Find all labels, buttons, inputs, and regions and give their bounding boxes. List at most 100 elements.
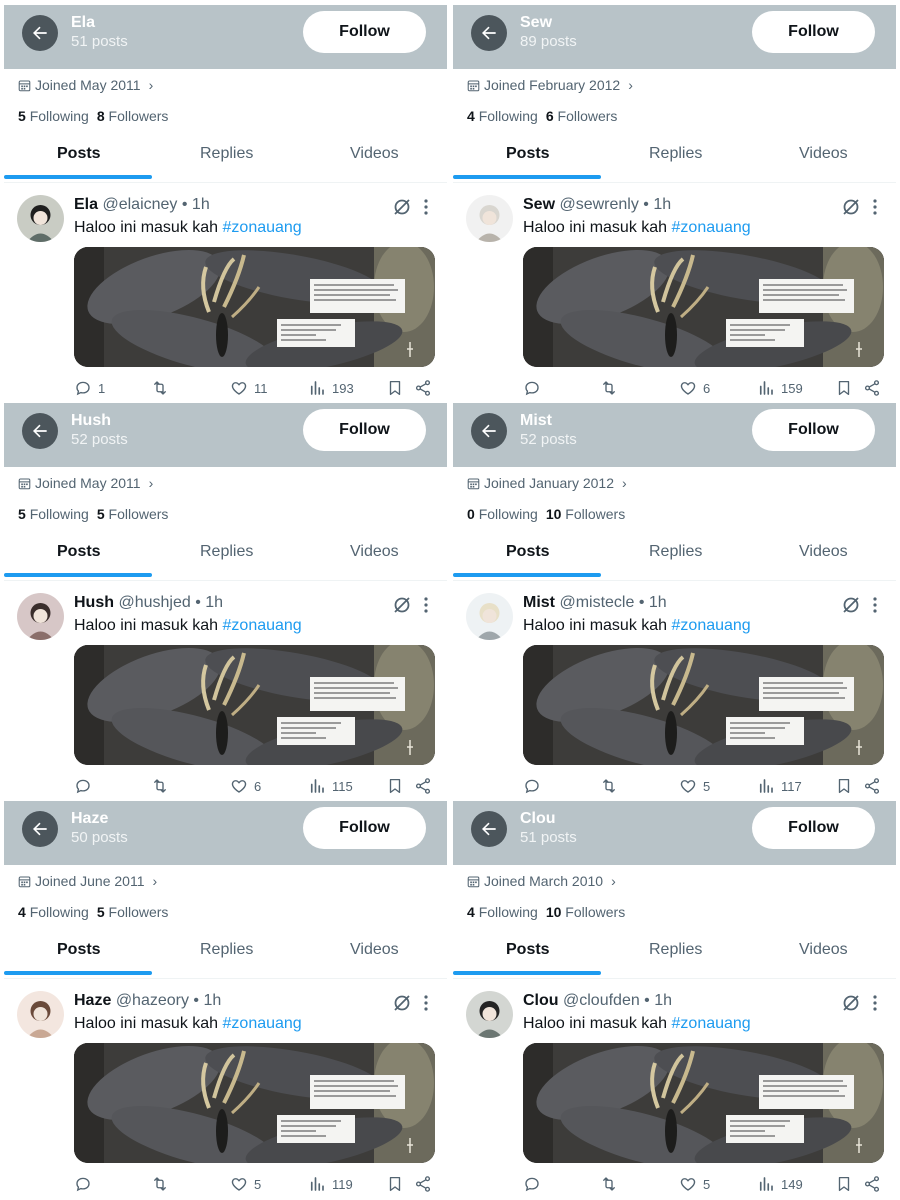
views-button[interactable]: 119	[308, 1175, 353, 1193]
follow-button[interactable]: Follow	[303, 807, 426, 849]
more-icon[interactable]	[420, 993, 432, 1013]
tab-videos[interactable]: Videos	[350, 543, 399, 561]
views-button[interactable]: 159	[757, 379, 803, 397]
post-media-image[interactable]	[523, 247, 884, 367]
back-button[interactable]	[22, 413, 58, 449]
post-author-handle[interactable]: @elaicney	[102, 196, 177, 213]
tab-replies[interactable]: Replies	[649, 941, 702, 959]
like-button[interactable]: 5	[679, 777, 710, 795]
more-icon[interactable]	[420, 595, 432, 615]
post-author-handle[interactable]: @mistecle	[559, 594, 634, 611]
avatar[interactable]	[17, 593, 64, 640]
tab-replies[interactable]: Replies	[200, 145, 253, 163]
back-button[interactable]	[471, 15, 507, 51]
tab-videos[interactable]: Videos	[350, 145, 399, 163]
avatar[interactable]	[17, 991, 64, 1038]
avatar[interactable]	[466, 593, 513, 640]
followers-link[interactable]: 5 Followers	[97, 506, 169, 522]
reply-button[interactable]	[74, 1175, 98, 1193]
post-time[interactable]: 1h	[654, 992, 672, 1009]
followers-link[interactable]: 6 Followers	[546, 108, 618, 124]
joined-date[interactable]: Joined February 2012 ›	[467, 77, 633, 93]
post-author-name[interactable]: Hush	[74, 594, 114, 611]
back-button[interactable]	[471, 811, 507, 847]
tab-replies[interactable]: Replies	[200, 941, 253, 959]
like-button[interactable]: 6	[679, 379, 710, 397]
bookmark-button[interactable]	[835, 1175, 853, 1193]
share-button[interactable]	[414, 777, 432, 795]
retweet-button[interactable]	[151, 1175, 169, 1193]
post-author-handle[interactable]: @cloufden	[563, 992, 640, 1009]
post-author-name[interactable]: Ela	[74, 196, 98, 213]
tab-replies[interactable]: Replies	[649, 543, 702, 561]
tab-videos[interactable]: Videos	[350, 941, 399, 959]
post-media-image[interactable]	[74, 247, 435, 367]
retweet-button[interactable]	[151, 777, 169, 795]
avatar[interactable]	[466, 195, 513, 242]
post-media-image[interactable]	[74, 1043, 435, 1163]
post-time[interactable]: 1h	[205, 594, 223, 611]
tab-replies[interactable]: Replies	[649, 145, 702, 163]
joined-date[interactable]: Joined March 2010 ›	[467, 873, 616, 889]
hashtag-link[interactable]: #zonauang	[672, 617, 751, 634]
hashtag-link[interactable]: #zonauang	[223, 1015, 302, 1032]
bookmark-button[interactable]	[386, 379, 404, 397]
grok-icon[interactable]	[392, 197, 412, 217]
post-author-handle[interactable]: @sewrenly	[559, 196, 638, 213]
joined-date[interactable]: Joined May 2011 ›	[18, 77, 153, 93]
share-button[interactable]	[414, 1175, 432, 1193]
more-icon[interactable]	[869, 197, 881, 217]
grok-icon[interactable]	[841, 197, 861, 217]
views-button[interactable]: 149	[757, 1175, 803, 1193]
hashtag-link[interactable]: #zonauang	[672, 1015, 751, 1032]
reply-button[interactable]	[523, 777, 547, 795]
post-author-handle[interactable]: @hushjed	[118, 594, 190, 611]
tab-posts[interactable]: Posts	[506, 543, 550, 561]
joined-date[interactable]: Joined May 2011 ›	[18, 475, 153, 491]
followers-link[interactable]: 10 Followers	[546, 904, 625, 920]
post-author-name[interactable]: Haze	[74, 992, 111, 1009]
followers-link[interactable]: 10 Followers	[546, 506, 625, 522]
avatar[interactable]	[466, 991, 513, 1038]
tab-posts[interactable]: Posts	[57, 145, 101, 163]
retweet-button[interactable]	[600, 777, 618, 795]
grok-icon[interactable]	[392, 993, 412, 1013]
hashtag-link[interactable]: #zonauang	[672, 219, 751, 236]
following-link[interactable]: 0 Following	[467, 506, 538, 522]
follow-button[interactable]: Follow	[303, 11, 426, 53]
following-link[interactable]: 4 Following	[467, 904, 538, 920]
bookmark-button[interactable]	[386, 1175, 404, 1193]
tab-posts[interactable]: Posts	[506, 145, 550, 163]
following-link[interactable]: 5 Following	[18, 506, 89, 522]
views-button[interactable]: 117	[757, 777, 802, 795]
back-button[interactable]	[471, 413, 507, 449]
post-author-name[interactable]: Mist	[523, 594, 555, 611]
joined-date[interactable]: Joined January 2012 ›	[467, 475, 627, 491]
grok-icon[interactable]	[841, 595, 861, 615]
bookmark-button[interactable]	[835, 777, 853, 795]
grok-icon[interactable]	[841, 993, 861, 1013]
more-icon[interactable]	[420, 197, 432, 217]
share-button[interactable]	[414, 379, 432, 397]
back-button[interactable]	[22, 811, 58, 847]
post-media-image[interactable]	[74, 645, 435, 765]
post-author-name[interactable]: Clou	[523, 992, 559, 1009]
post-time[interactable]: 1h	[203, 992, 221, 1009]
views-button[interactable]: 115	[308, 777, 353, 795]
like-button[interactable]: 5	[230, 1175, 261, 1193]
post-time[interactable]: 1h	[649, 594, 667, 611]
following-link[interactable]: 4 Following	[467, 108, 538, 124]
avatar[interactable]	[17, 195, 64, 242]
retweet-button[interactable]	[600, 379, 618, 397]
retweet-button[interactable]	[151, 379, 169, 397]
tab-replies[interactable]: Replies	[200, 543, 253, 561]
follow-button[interactable]: Follow	[752, 11, 875, 53]
share-button[interactable]	[863, 777, 881, 795]
followers-link[interactable]: 5 Followers	[97, 904, 169, 920]
more-icon[interactable]	[869, 595, 881, 615]
more-icon[interactable]	[869, 993, 881, 1013]
post-author-name[interactable]: Sew	[523, 196, 555, 213]
followers-link[interactable]: 8 Followers	[97, 108, 169, 124]
joined-date[interactable]: Joined June 2011 ›	[18, 873, 157, 889]
tab-posts[interactable]: Posts	[57, 543, 101, 561]
